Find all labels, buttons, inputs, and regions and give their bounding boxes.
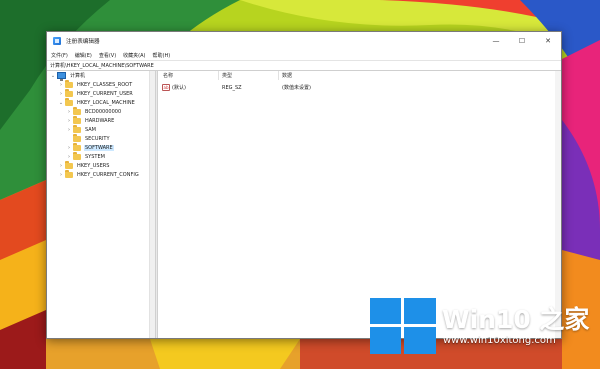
value-data-cell: (数值未设置) [282, 83, 311, 92]
menu-file[interactable]: 文件(F) [51, 52, 68, 59]
menu-help[interactable]: 帮助(H) [153, 52, 171, 59]
tree-node-hardware[interactable]: › HARDWARE [66, 116, 115, 125]
watermark-site: www.win10xitong.com [443, 335, 556, 346]
chevron-right-icon[interactable]: › [66, 154, 72, 160]
tree-node-hkey-local-machine[interactable]: ⌄ HKEY_LOCAL_MACHINE [58, 98, 136, 107]
tree-label: HARDWARE [85, 117, 115, 124]
tree-label: SYSTEM [85, 153, 105, 160]
list-scrollbar[interactable] [555, 71, 561, 338]
menu-view[interactable]: 查看(V) [99, 52, 116, 59]
address-path: 计算机\HKEY_LOCAL_MACHINE\SOFTWARE [50, 63, 154, 69]
registry-tree: ⌄ 计算机 › HKEY_CLASSES_ROOT › HKEY_CURRENT… [47, 71, 155, 338]
folder-icon [65, 89, 73, 97]
column-divider[interactable] [278, 71, 279, 80]
windows-logo-icon [370, 298, 436, 354]
tree-node-sam[interactable]: › SAM [66, 125, 97, 134]
value-type-cell: REG_SZ [222, 83, 242, 92]
chevron-down-icon[interactable]: ⌄ [58, 100, 64, 106]
column-header-name[interactable]: 名称 [163, 72, 173, 79]
close-button[interactable]: ✕ [535, 32, 561, 50]
menu-favorites[interactable]: 收藏夹(A) [123, 52, 145, 59]
tree-node-software[interactable]: › SOFTWARE [66, 143, 114, 152]
chevron-right-icon[interactable]: › [58, 91, 64, 97]
title-bar[interactable]: 注册表编辑器 — ☐ ✕ [47, 32, 561, 50]
tree-node-hkey-current-config[interactable]: › HKEY_CURRENT_CONFIG [58, 170, 140, 179]
window-title: 注册表编辑器 [66, 39, 100, 45]
folder-icon [73, 134, 81, 142]
folder-icon [65, 170, 73, 178]
regedit-window: 注册表编辑器 — ☐ ✕ 文件(F) 编辑(E) 查看(V) 收藏夹(A) 帮助… [46, 31, 562, 339]
tree-label: HKEY_USERS [77, 162, 110, 169]
column-header-data[interactable]: 数据 [282, 72, 292, 79]
tree-scrollbar[interactable] [149, 71, 155, 338]
value-name: (默认) [172, 85, 186, 91]
tree-node-computer[interactable]: ⌄ 计算机 [50, 71, 86, 81]
tree-node-hkey-classes-root[interactable]: › HKEY_CLASSES_ROOT [58, 80, 133, 89]
tree-label: HKEY_LOCAL_MACHINE [77, 99, 135, 106]
menu-bar: 文件(F) 编辑(E) 查看(V) 收藏夹(A) 帮助(H) [47, 50, 561, 60]
folder-icon [65, 98, 73, 106]
column-header-type[interactable]: 类型 [222, 72, 232, 79]
folder-icon [73, 125, 81, 133]
address-bar[interactable]: 计算机\HKEY_LOCAL_MACHINE\SOFTWARE [47, 60, 561, 71]
menu-edit[interactable]: 编辑(E) [75, 52, 92, 59]
maximize-button[interactable]: ☐ [509, 32, 535, 50]
editor-body: ⌄ 计算机 › HKEY_CLASSES_ROOT › HKEY_CURRENT… [47, 71, 561, 338]
chevron-right-icon[interactable]: › [58, 82, 64, 88]
tree-label: SAM [85, 126, 97, 133]
value-type: REG_SZ [222, 84, 242, 91]
tree-label-selected: SOFTWARE [84, 144, 114, 151]
tree-label: HKEY_CLASSES_ROOT [77, 81, 133, 88]
string-value-icon: ab [162, 84, 170, 91]
chevron-right-icon[interactable]: › [66, 145, 72, 151]
chevron-down-icon[interactable]: ⌄ [50, 73, 56, 79]
tree-node-bcd[interactable]: › BCD00000000 [66, 107, 122, 116]
tree-label: HKEY_CURRENT_CONFIG [77, 171, 139, 178]
folder-icon [65, 161, 73, 169]
tree-node-hkey-current-user[interactable]: › HKEY_CURRENT_USER [58, 89, 134, 98]
folder-open-icon [73, 143, 81, 151]
chevron-right-icon[interactable]: › [58, 163, 64, 169]
computer-icon [57, 72, 66, 81]
caption-buttons: — ☐ ✕ [483, 32, 561, 50]
tree-label: HKEY_CURRENT_USER [77, 90, 133, 97]
chevron-right-icon[interactable]: › [66, 127, 72, 133]
tree-node-system[interactable]: › SYSTEM [66, 152, 106, 161]
column-divider[interactable] [218, 71, 219, 80]
folder-icon [65, 80, 73, 88]
value-row[interactable]: ab (默认) [162, 83, 186, 92]
tree-label: 计算机 [70, 73, 86, 79]
chevron-right-icon[interactable]: › [66, 118, 72, 124]
tree-node-security[interactable]: SECURITY [66, 134, 111, 143]
folder-icon [73, 152, 81, 160]
value-list: 名称 类型 数据 ab (默认) REG_SZ (数值未设置) [158, 71, 561, 338]
folder-icon [73, 107, 81, 115]
folder-icon [73, 116, 81, 124]
tree-node-hkey-users[interactable]: › HKEY_USERS [58, 161, 110, 170]
chevron-right-icon[interactable]: › [66, 109, 72, 115]
watermark-brand: Win10 之家 [442, 305, 590, 334]
tree-label: SECURITY [85, 135, 110, 142]
chevron-right-icon[interactable]: › [58, 172, 64, 178]
tree-label: BCD00000000 [85, 108, 122, 115]
minimize-button[interactable]: — [483, 32, 509, 50]
regedit-app-icon [53, 37, 61, 45]
value-data: (数值未设置) [282, 85, 311, 91]
